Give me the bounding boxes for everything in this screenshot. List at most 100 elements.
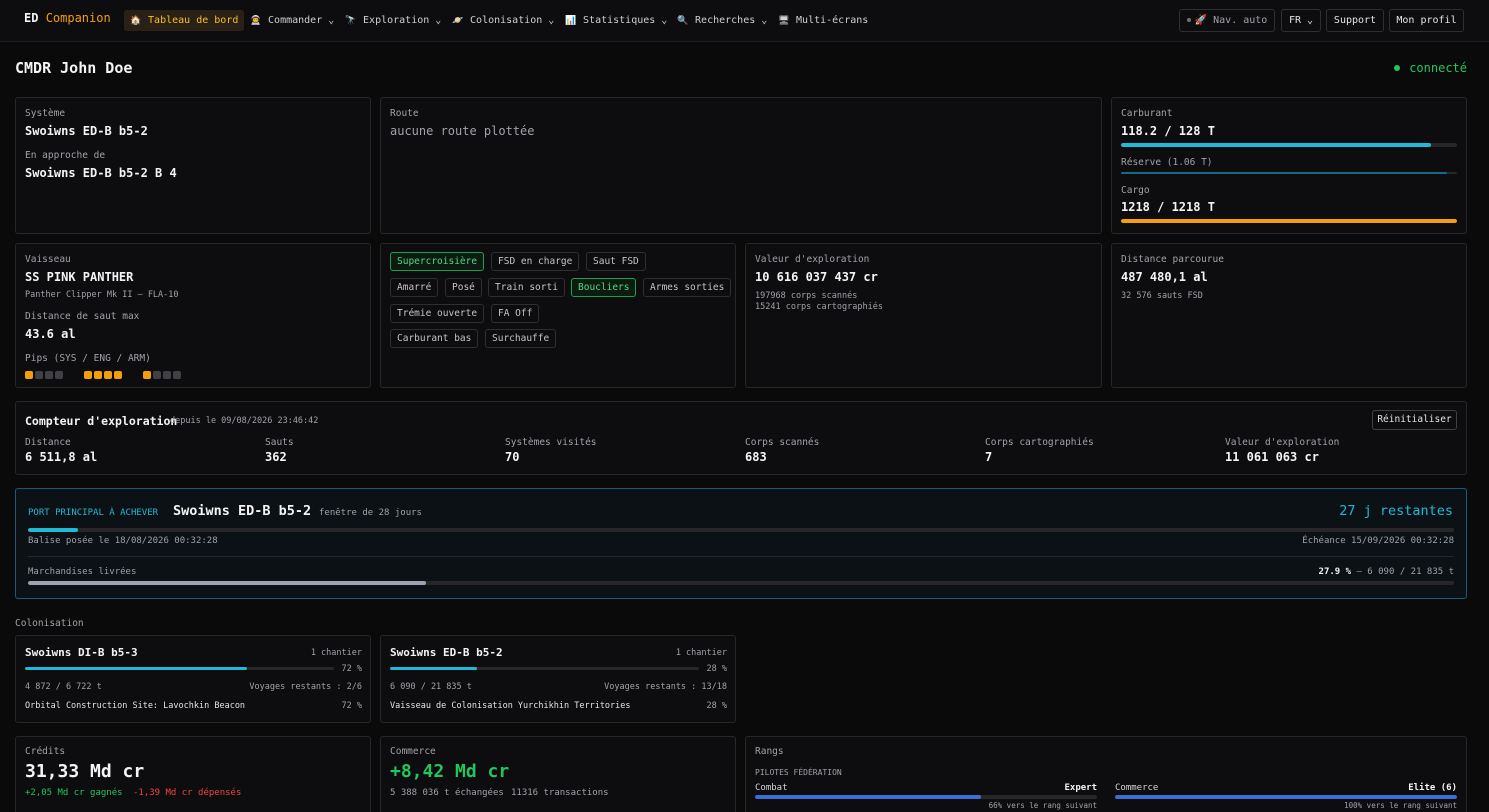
colony-tonnage: 4 872 / 6 722 t (25, 682, 102, 692)
telescope-icon: 🔭 (345, 16, 357, 26)
status-flag: Supercroisière (390, 252, 485, 271)
fuel-label: Carburant (1121, 108, 1173, 119)
rank-progress-text: 100% vers le rang suivant (1344, 801, 1457, 810)
rank-name: Combat (755, 783, 788, 793)
time-progress-fill (28, 528, 78, 532)
reserve-bar-fill (1121, 172, 1447, 174)
chevron-down-icon: ⌄ (1307, 15, 1314, 26)
counter-stat-label: Corps cartographiés (985, 437, 1094, 448)
fuel-bar (1121, 143, 1457, 147)
status-flag: Saut FSD (586, 252, 646, 271)
fuel-value: 118.2 / 128 T (1121, 124, 1215, 138)
goods-delivered-label: Marchandises livrées (28, 567, 137, 577)
credits-label: Crédits (25, 746, 66, 757)
nav-multi-screens[interactable]: 🖥 Multi-écrans (772, 10, 874, 31)
planet-icon: 🪐 (452, 16, 464, 26)
counter-stat-value: 6 511,8 al (25, 450, 98, 464)
pip-indicator (25, 371, 33, 379)
status-dot-icon (1186, 18, 1191, 22)
commerce-label: Commerce (390, 746, 436, 757)
top-nav: ED Companion 🏠 Tableau de bord 👨‍🚀 Comma… (0, 0, 1489, 42)
nav-commander[interactable]: 👨‍🚀 Commander ⌄ (244, 10, 340, 31)
status-flag: Boucliers (571, 278, 637, 297)
nav-statistics[interactable]: 📊 Statistiques ⌄ (559, 10, 673, 31)
cargo-bar-fill (1121, 219, 1457, 223)
nav-dashboard[interactable]: 🏠 Tableau de bord (124, 10, 245, 31)
rank-progress-bar (1115, 795, 1457, 799)
credits-gained: +2,05 Md cr gagnés (25, 788, 123, 798)
rank-progress-bar (755, 795, 1097, 799)
colony-site-count: 1 chantier (310, 648, 362, 658)
counter-title: Compteur d'exploration (25, 414, 178, 428)
colony-pct: 28 % (706, 664, 727, 674)
time-progress-bar (28, 528, 1454, 532)
pip-indicator (84, 371, 92, 379)
support-button[interactable]: Support (1326, 9, 1384, 32)
language-select[interactable]: FR ⌄ (1281, 9, 1321, 32)
commerce-tonnes: 5 388 036 t échangées (390, 788, 504, 798)
credits-spent: -1,39 Md cr dépensés (133, 788, 242, 798)
bodies-scanned: 197968 corps scannés (755, 291, 858, 301)
colonisation-section-label: Colonisation (15, 618, 84, 629)
nav-colonisation[interactable]: 🪐 Colonisation ⌄ (446, 10, 560, 31)
rank-name: Commerce (1115, 783, 1159, 793)
pip-indicator (153, 371, 161, 379)
route-card (380, 97, 1102, 234)
status-flag: Carburant bas (390, 329, 479, 348)
rank-progress-fill (755, 795, 981, 799)
ship-name: SS PINK PANTHER (25, 270, 134, 284)
exploration-value-amount: 10 616 037 437 cr (755, 270, 878, 284)
colony-name: Swoiwns DI-B b5-3 (25, 646, 138, 659)
colony-progress-fill (390, 667, 477, 670)
rank-progress-text: 66% vers le rang suivant (988, 801, 1097, 810)
nav-exploration[interactable]: 🔭 Exploration ⌄ (339, 10, 447, 31)
counter-stat-label: Systèmes visités (505, 437, 597, 448)
pip-indicator (114, 371, 122, 379)
status-flag: Trémie ouverte (390, 304, 485, 323)
colony-progress-fill (25, 667, 248, 670)
monitor-icon: 🖥 (778, 16, 790, 26)
brand-logo[interactable]: ED Companion (24, 11, 111, 25)
colony-progress-bar (25, 667, 334, 670)
reserve-label: Réserve (1.06 T) (1121, 157, 1213, 168)
connected-dot-icon (1394, 64, 1401, 71)
status-flag: FA Off (491, 304, 540, 323)
bodies-mapped: 15241 corps cartographiés (755, 302, 883, 312)
primary-port-name: Swoiwns ED-B b5-2 (173, 503, 312, 519)
goods-progress-fill (28, 581, 426, 585)
commander-icon: 👨‍🚀 (250, 16, 262, 26)
approach-label: En approche de (25, 150, 106, 161)
colony-pct: 72 % (341, 664, 362, 674)
status-flag: FSD en charge (491, 252, 580, 271)
beacon-date: Balise posée le 18/08/2026 00:32:28 (28, 536, 218, 546)
fsd-jumps: 32 576 sauts FSD (1121, 291, 1203, 301)
status-flag: Amarré (390, 278, 439, 297)
cargo-label: Cargo (1121, 185, 1150, 196)
pip-indicator (104, 371, 112, 379)
ship-label: Vaisseau (25, 254, 71, 265)
pip-indicator (94, 371, 102, 379)
goods-progress-bar (28, 581, 1454, 585)
route-label: Route (390, 108, 419, 119)
primary-port-window: fenêtre de 28 jours (319, 508, 422, 518)
nav-auto-toggle[interactable]: 🚀 Nav. auto (1179, 9, 1275, 32)
rank-title: Elite (6) (1408, 783, 1457, 793)
connection-status: connecté (1394, 61, 1467, 75)
colony-site-count: 1 chantier (675, 648, 727, 658)
construction-site-name: Vaisseau de Colonisation Yurchikhin Terr… (390, 701, 631, 711)
profile-button[interactable]: Mon profil (1389, 9, 1464, 32)
pip-indicator (143, 371, 151, 379)
nav-searches[interactable]: 🔍 Recherches ⌄ (671, 10, 773, 31)
days-remaining: 27 j restantes (1339, 503, 1453, 519)
counter-since: depuis le 09/08/2026 23:46:42 (170, 416, 319, 426)
colony-trips: Voyages restants : 2/6 (249, 682, 362, 692)
colony-tonnage: 6 090 / 21 835 t (390, 682, 472, 692)
commerce-transactions: 11316 transactions (511, 788, 609, 798)
deadline-date: Échéance 15/09/2026 00:32:28 (1302, 536, 1454, 546)
credits-value: 31,33 Md cr (25, 761, 145, 782)
ranks-group-label: PILOTES FÉDÉRATION (755, 768, 842, 777)
reset-counter-button[interactable]: Réinitialiser (1372, 410, 1457, 430)
counter-stat-label: Corps scannés (745, 437, 820, 448)
counter-stat-value: 70 (505, 450, 520, 464)
reserve-bar (1121, 172, 1457, 174)
